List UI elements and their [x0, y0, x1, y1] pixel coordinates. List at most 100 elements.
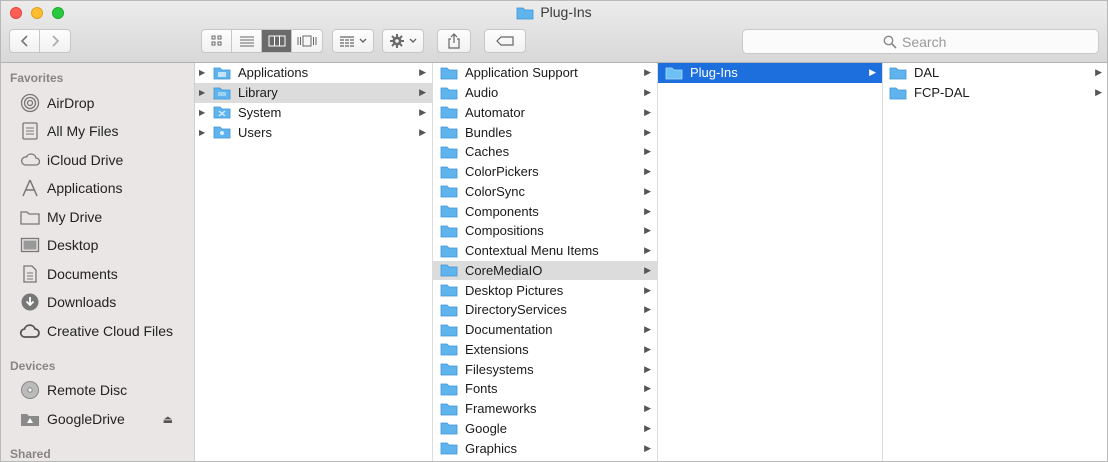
list-item[interactable]: Fonts ▶ [433, 379, 657, 399]
list-item[interactable]: Components ▶ [433, 201, 657, 221]
applications-icon [19, 178, 41, 198]
list-item[interactable]: Contextual Menu Items ▶ [433, 241, 657, 261]
folder-icon [440, 343, 458, 356]
item-label: FCP-DAL [914, 85, 970, 101]
back-button[interactable] [10, 30, 40, 52]
tag-icon [496, 36, 514, 46]
list-item[interactable]: DAL ▶ [883, 63, 1107, 83]
sidebar-item-googledrive[interactable]: GoogleDrive ⏏ [19, 407, 189, 431]
folder-icon [213, 126, 231, 139]
sidebar-item-applications[interactable]: Applications [19, 176, 189, 200]
chevron-right-icon: ▶ [644, 205, 651, 216]
chevron-right-icon: ▶ [644, 166, 651, 177]
action-button[interactable] [382, 29, 424, 53]
share-button[interactable] [437, 29, 471, 53]
chevron-down-icon [359, 38, 366, 43]
sidebar-item-label: Documents [47, 266, 118, 282]
sidebar-item-label: Creative Cloud Files [47, 323, 174, 339]
chevron-right-icon: ▶ [1095, 87, 1102, 98]
disc-icon [19, 380, 41, 400]
list-item[interactable]: Bundles ▶ [433, 122, 657, 142]
downloads-icon [19, 292, 41, 312]
item-label: Frameworks [465, 401, 537, 417]
search-field[interactable] [742, 29, 1099, 54]
finder-window: Plug-Ins Search Favorites AirDrop All My… [0, 0, 1108, 462]
list-item[interactable]: Compositions ▶ [433, 221, 657, 241]
item-label: Application Support [465, 65, 578, 81]
list-item[interactable]: ColorSync ▶ [433, 182, 657, 202]
folder-icon [440, 126, 458, 139]
sidebar-item-my-drive[interactable]: My Drive [19, 205, 189, 229]
folder-icon [440, 225, 458, 238]
item-label: Google [465, 420, 507, 436]
list-item[interactable]: Graphics ▶ [433, 438, 657, 458]
list-item[interactable]: Frameworks ▶ [433, 399, 657, 419]
folder-icon [889, 87, 907, 100]
list-item[interactable]: Filesystems ▶ [433, 359, 657, 379]
view-mode-control [201, 29, 323, 53]
sidebar-item-creative-cloud[interactable]: Creative Cloud Files [19, 319, 189, 343]
disclosure-triangle-icon[interactable]: ▶ [199, 68, 205, 77]
tag-button[interactable] [484, 29, 526, 53]
forward-button[interactable] [40, 30, 70, 52]
list-item[interactable]: ▶ System ▶ [195, 103, 432, 123]
sidebar-item-remote-disc[interactable]: Remote Disc [19, 378, 189, 402]
list-item[interactable]: CoreMediaIO ▶ [433, 260, 657, 281]
item-label: Extensions [465, 341, 529, 357]
item-label: Applications [238, 65, 309, 81]
item-label: Automator [465, 104, 525, 120]
chevron-right-icon: ▶ [644, 126, 651, 137]
eject-icon[interactable]: ⏏ [163, 413, 173, 426]
search-icon [883, 35, 897, 49]
chevron-right-icon: ▶ [644, 264, 651, 275]
window-title: Plug-Ins [1, 4, 1107, 20]
item-label: DAL [914, 65, 940, 81]
folder-icon [889, 67, 907, 80]
sidebar-item-icloud-drive[interactable]: iCloud Drive [19, 148, 189, 172]
list-item[interactable]: ColorPickers ▶ [433, 162, 657, 182]
list-item[interactable]: DirectoryServices ▶ [433, 300, 657, 320]
list-item[interactable]: Application Support ▶ [433, 63, 657, 83]
list-item[interactable]: Documentation ▶ [433, 320, 657, 340]
sidebar-item-label: iCloud Drive [47, 152, 124, 168]
list-item[interactable]: Extensions ▶ [433, 340, 657, 360]
icon-view-button[interactable] [202, 30, 232, 52]
group-by-button[interactable] [332, 29, 374, 53]
sidebar-item-airdrop[interactable]: AirDrop [19, 91, 189, 115]
sidebar: Favorites AirDrop All My Files iCloud Dr… [1, 63, 195, 461]
item-label: Contextual Menu Items [465, 243, 599, 259]
cover-flow-button[interactable] [292, 30, 322, 52]
sidebar-item-desktop[interactable]: Desktop [19, 233, 189, 257]
list-item[interactable]: Plug-Ins ▶ [658, 63, 882, 83]
folder-icon [440, 422, 458, 435]
list-item[interactable]: ▶ Applications ▶ [195, 63, 432, 83]
disclosure-triangle-icon[interactable]: ▶ [199, 128, 205, 137]
icon-view-icon [211, 35, 221, 46]
chevron-right-icon: ▶ [644, 106, 651, 117]
disclosure-triangle-icon[interactable]: ▶ [199, 108, 205, 117]
disclosure-triangle-icon[interactable]: ▶ [199, 88, 205, 97]
item-label: ColorPickers [465, 164, 539, 180]
item-label: Fonts [465, 381, 498, 397]
browser-column-4: DAL ▶ FCP-DAL ▶ [883, 63, 1107, 461]
list-item[interactable]: Desktop Pictures ▶ [433, 280, 657, 300]
list-item[interactable]: Audio ▶ [433, 83, 657, 103]
sidebar-item-all-my-files[interactable]: All My Files [19, 119, 189, 143]
column-view-button[interactable] [262, 30, 292, 52]
sidebar-item-documents[interactable]: Documents [19, 262, 189, 286]
chevron-right-icon: ▶ [869, 67, 876, 78]
search-input[interactable] [902, 33, 958, 50]
list-item[interactable]: ▶ Users ▶ [195, 122, 432, 142]
list-item[interactable]: Automator ▶ [433, 103, 657, 123]
sidebar-item-label: GoogleDrive [47, 411, 125, 427]
browser-column-3: Plug-Ins ▶ [658, 63, 883, 461]
folder-icon [440, 87, 458, 100]
item-label: Graphics [465, 440, 518, 456]
list-view-button[interactable] [232, 30, 262, 52]
list-item[interactable]: FCP-DAL ▶ [883, 83, 1107, 103]
sidebar-item-downloads[interactable]: Downloads [19, 290, 189, 314]
list-item[interactable]: Caches ▶ [433, 142, 657, 162]
list-item[interactable]: ▶ Library ▶ [195, 82, 432, 103]
list-item[interactable]: Google ▶ [433, 419, 657, 439]
creative-cloud-icon [19, 321, 41, 341]
